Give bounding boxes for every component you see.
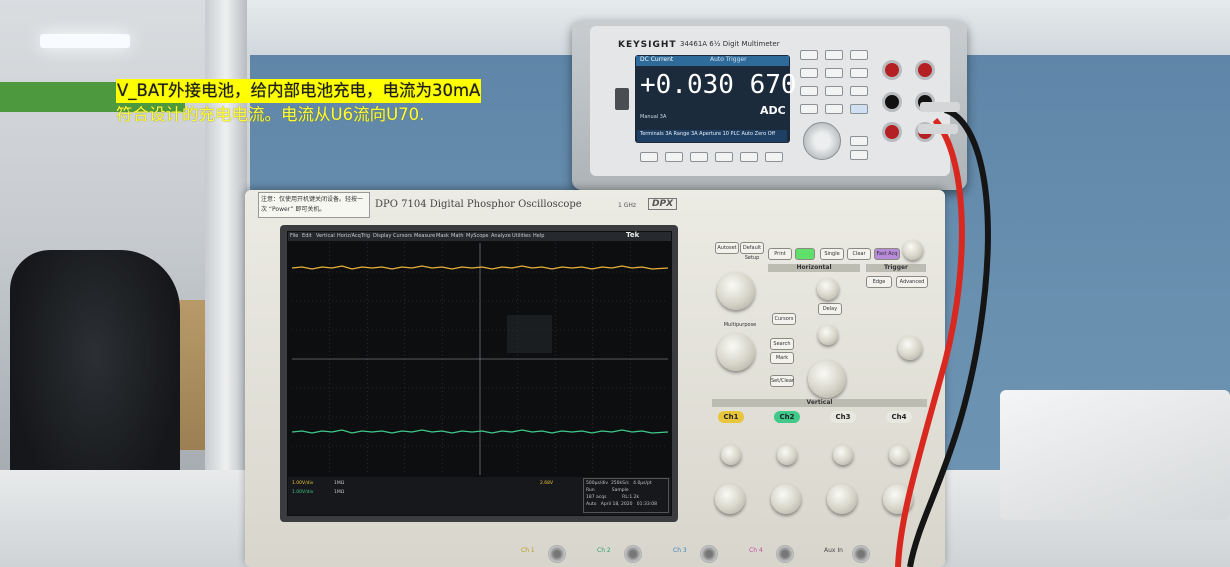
- menu-analyze[interactable]: Analyze: [491, 232, 511, 241]
- dmm-softkey-6[interactable]: [765, 152, 783, 162]
- ch4-bnc-connector[interactable]: [776, 545, 794, 563]
- dmm-sense-hi-jack[interactable]: [882, 60, 902, 80]
- dmm-temp-button[interactable]: [850, 68, 868, 78]
- oscilloscope-title: DPO 7104 Digital Phosphor Oscilloscope: [375, 199, 582, 210]
- menu-cursors[interactable]: Cursors: [393, 232, 412, 241]
- ch1-coupling-readout: 1MΩ: [334, 481, 345, 486]
- menu-math[interactable]: Math: [451, 232, 464, 241]
- ch1-position-knob[interactable]: [721, 445, 741, 465]
- photo-scene: KEYSIGHT 34461A 6½ Digit Multimeter DC C…: [0, 0, 1230, 567]
- delay-button[interactable]: Delay: [818, 303, 842, 315]
- menu-myscope[interactable]: MyScope: [466, 232, 489, 241]
- single-button[interactable]: Single: [820, 248, 844, 260]
- ch2-bnc-connector[interactable]: [624, 545, 642, 563]
- autoset-button[interactable]: Autoset: [715, 242, 739, 254]
- screen-glare: [507, 315, 552, 353]
- caption-annotation: V_BAT外接电池，给内部电池充电，电流为30mA 符合设计的充电电流。电流从U…: [116, 79, 482, 127]
- ch2-scale-knob[interactable]: [771, 484, 801, 514]
- menu-utilities[interactable]: Utilities: [512, 232, 531, 241]
- menu-file[interactable]: File: [290, 232, 298, 241]
- dmm-2w-button[interactable]: [850, 50, 868, 60]
- menu-trig[interactable]: Trig: [361, 232, 370, 241]
- multimeter-nav-dial[interactable]: [803, 122, 841, 160]
- ch1-bnc-connector[interactable]: [548, 545, 566, 563]
- oscilloscope-graticule: [292, 243, 668, 475]
- trigger-level-readout: 2.68V: [540, 481, 554, 486]
- oscilloscope-warning-label: 注意：仅使用开机键关闭设备。轻按一次 “Power” 即可关机。: [258, 192, 370, 218]
- probe-cables: [895, 102, 991, 567]
- ch1-scale-readout: 1.00V/div: [292, 481, 314, 486]
- ch3-bnc-connector[interactable]: [700, 545, 718, 563]
- horizontal-section-label: Horizontal: [768, 264, 860, 272]
- ch2-scale-readout: 1.00V/div: [292, 490, 314, 495]
- multipurpose-label: Multipurpose: [723, 322, 757, 328]
- dmm-single-button[interactable]: [825, 86, 843, 96]
- oscilloscope-brand-short: Tek: [626, 231, 640, 239]
- ch3-button[interactable]: Ch3: [830, 411, 856, 423]
- caption-line-2: 符合设计的充电电流。电流从U6流向U70.: [116, 105, 425, 124]
- multipurpose-b-knob[interactable]: [717, 333, 755, 371]
- menu-help[interactable]: Help: [533, 232, 544, 241]
- horizontal-resolution-knob[interactable]: [818, 325, 838, 345]
- horizontal-scale-knob[interactable]: [808, 360, 846, 398]
- set-clear-button[interactable]: Set/Clear: [770, 375, 794, 387]
- multimeter-trigger: Auto Trigger: [710, 56, 747, 63]
- ch1-button[interactable]: Ch1: [718, 411, 744, 423]
- dmm-acv-button[interactable]: [825, 50, 843, 60]
- mark-button[interactable]: Mark: [770, 352, 794, 364]
- multimeter-reading: +0.030 670: [640, 70, 797, 100]
- multipurpose-a-knob[interactable]: [717, 272, 755, 310]
- oscilloscope-bandwidth: 1 GHz: [618, 202, 637, 209]
- ch2-coupling-readout: 1MΩ: [334, 490, 345, 495]
- ch2-input-label: Ch 2: [597, 547, 611, 554]
- run-stop-button[interactable]: [795, 248, 815, 260]
- dmm-acquire-button[interactable]: [825, 104, 843, 114]
- print-button[interactable]: Print: [768, 248, 792, 260]
- dmm-softkey-5[interactable]: [740, 152, 758, 162]
- ch2-button[interactable]: Ch2: [774, 411, 800, 423]
- dmm-display-button[interactable]: [800, 104, 818, 114]
- dmm-freq-button[interactable]: [800, 68, 818, 78]
- caption-line-1: V_BAT外接电池，给内部电池充电，电流为30mA: [116, 79, 482, 103]
- menu-measure[interactable]: Measure: [414, 232, 435, 241]
- ch2-position-knob[interactable]: [777, 445, 797, 465]
- cursors-button[interactable]: Cursors: [772, 313, 796, 325]
- dmm-softkey-1[interactable]: [640, 152, 658, 162]
- oscilloscope-dpx-badge: DPX: [648, 198, 678, 210]
- default-setup-button[interactable]: Default Setup: [740, 242, 764, 261]
- dmm-softkey-4[interactable]: [715, 152, 733, 162]
- multimeter-mode: DC Current: [640, 56, 674, 63]
- dmm-dcv-button[interactable]: [800, 50, 818, 60]
- ch3-scale-knob[interactable]: [827, 484, 857, 514]
- ch4-input-label: Ch 4: [749, 547, 763, 554]
- dmm-input-hi-jack[interactable]: [915, 60, 935, 80]
- ch3-input-label: Ch 3: [673, 547, 687, 554]
- dmm-math-button[interactable]: [800, 86, 818, 96]
- dmm-softkey-2[interactable]: [665, 152, 683, 162]
- ch1-scale-knob[interactable]: [715, 484, 745, 514]
- menu-edit[interactable]: Edit: [302, 232, 312, 241]
- multimeter-unit: ADC: [760, 104, 786, 117]
- multimeter-model: 34461A 6½ Digit Multimeter: [680, 40, 780, 48]
- multimeter-brand: KEYSIGHT: [618, 40, 677, 50]
- ch1-input-label: Ch 1: [521, 547, 535, 554]
- black-probe-plug: [920, 102, 960, 112]
- menu-mask[interactable]: Mask: [436, 232, 449, 241]
- horizontal-position-knob[interactable]: [817, 278, 839, 300]
- multimeter-power-button[interactable]: [615, 88, 629, 110]
- dmm-softkey-3[interactable]: [690, 152, 708, 162]
- menu-horiz-acq[interactable]: Horiz/Acq: [337, 232, 361, 241]
- multimeter-range-tag: Manual 3A: [640, 114, 667, 120]
- ch3-position-knob[interactable]: [833, 445, 853, 465]
- red-probe-plug: [918, 124, 958, 134]
- search-button[interactable]: Search: [770, 338, 794, 350]
- menu-display[interactable]: Display: [373, 232, 391, 241]
- multimeter-softkey-labels: Terminals 3A Range 3A Aperture 10 PLC Au…: [640, 131, 776, 137]
- ceiling-light: [40, 34, 130, 48]
- aux-input-label: Aux In: [824, 547, 843, 554]
- dmm-cont-button[interactable]: [825, 68, 843, 78]
- acquisition-readout: 500µs/div 250kS/s 4.0µs/pt Run Sample 18…: [583, 478, 669, 513]
- menu-vertical[interactable]: Vertical: [316, 232, 335, 241]
